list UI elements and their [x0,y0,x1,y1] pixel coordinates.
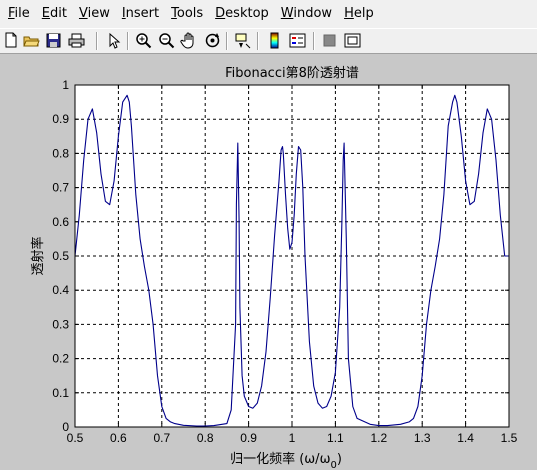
toolbar-separator [127,32,129,50]
colorbar-icon [270,32,279,49]
legend-button[interactable] [288,31,307,50]
figure-canvas: 0.5 0.6 0.7 0.8 0.9 1 1.1 1.2 1.3 1.4 1.5 0 0.1 0.2 0.… [30,65,518,470]
x-axis-label: 归一化频率 (ω/ω0) [230,451,342,470]
menu-mnemonic: D [215,6,226,21]
y-tick-label: 0.1 [52,386,69,400]
x-tick-label: 1 [289,431,296,445]
x-tick-label: 0.7 [153,431,170,445]
menu-label: ools [176,6,204,21]
menu-file[interactable]: File [4,0,34,28]
x-tick-label: 1.3 [414,431,431,445]
x-tick-label: 0.8 [197,431,214,445]
pan-hand-icon [180,32,194,49]
menu-label: ile [14,6,30,21]
x-tick-label: 1.5 [501,431,518,445]
menu-label: dit [50,6,67,21]
x-tick-label: 0.9 [240,431,257,445]
menu-edit[interactable]: Edit [38,0,71,28]
menu-label: esktop [225,6,269,21]
show-plot-tools-icon [344,33,361,48]
y-tick-label: 0 [62,420,69,434]
y-tick-label: 0.5 [52,249,69,263]
menu-label: elp [353,6,374,21]
legend-icon [289,33,306,48]
save-icon [46,33,61,48]
x-tick-label: 1.2 [370,431,387,445]
menu-tools[interactable]: Tools [167,0,207,28]
edit-plot-arrow-button[interactable] [104,31,123,50]
open-file-icon [23,36,40,47]
menu-mnemonic: E [41,6,50,21]
y-tick-label: 0.8 [52,146,69,160]
menu-bar: File Edit View Insert Tools Desktop Window Help [0,0,537,28]
x-axis-label-main: 归一化频率 (ω/ω [230,451,330,467]
x-tick-label: 0.6 [110,431,127,445]
menu-window[interactable]: Window [277,0,336,28]
save-button[interactable] [44,31,63,50]
menu-insert[interactable]: Insert [118,0,163,28]
data-cursor-icon [235,33,251,49]
menu-label: indow [293,6,333,21]
y-tick-label: 0.3 [52,317,69,331]
y-tick-label: 0.6 [52,215,69,229]
x-tick-label: 1.4 [457,431,474,445]
edit-plot-arrow-icon [109,32,121,49]
menu-view[interactable]: View [75,0,114,28]
hide-plot-tools-button[interactable] [320,31,339,50]
figure-toolbar [0,28,537,54]
x-axis-label-end: ) [337,452,342,467]
y-tick-label: 0.7 [52,181,69,195]
x-tick-label: 0.5 [67,431,84,445]
toolbar-separator [96,32,98,50]
new-figure-icon [5,32,17,48]
menu-label: iew [87,6,110,21]
zoom-out-button[interactable] [157,31,176,50]
data-cursor-button[interactable] [233,31,252,50]
menu-help[interactable]: Help [340,0,378,28]
menu-mnemonic: V [78,6,88,21]
y-tick-label: 0.2 [52,352,69,366]
y-tick-label: 1 [62,78,69,92]
rotate-3d-button[interactable] [203,31,222,50]
menu-desktop[interactable]: Desktop [211,0,273,28]
toolbar-separator [257,32,259,50]
pan-hand-button[interactable] [180,31,199,50]
colorbar-button[interactable] [265,31,284,50]
menu-mnemonic: H [344,6,354,21]
menu-label: nsert [125,6,160,21]
y-tick-label: 0.4 [52,283,69,297]
print-button[interactable] [67,31,86,50]
chart-title: Fibonacci第8阶透射谱 [225,65,359,81]
toolbar-separator [226,32,228,50]
y-tick-label: 0.9 [52,112,69,126]
x-tick-label: 1.1 [327,431,344,445]
rotate-3d-icon [205,33,220,48]
zoom-out-icon [159,33,175,49]
toolbar-separator [313,32,315,50]
y-axis-label: 透射率 [30,236,46,275]
zoom-in-button[interactable] [134,31,153,50]
new-figure-button[interactable] [2,31,21,50]
print-icon [68,33,85,48]
show-plot-tools-button[interactable] [343,31,362,50]
menu-mnemonic: W [280,6,294,21]
zoom-in-icon [136,33,152,49]
open-file-button[interactable] [22,31,41,50]
hide-plot-tools-icon [323,34,336,47]
